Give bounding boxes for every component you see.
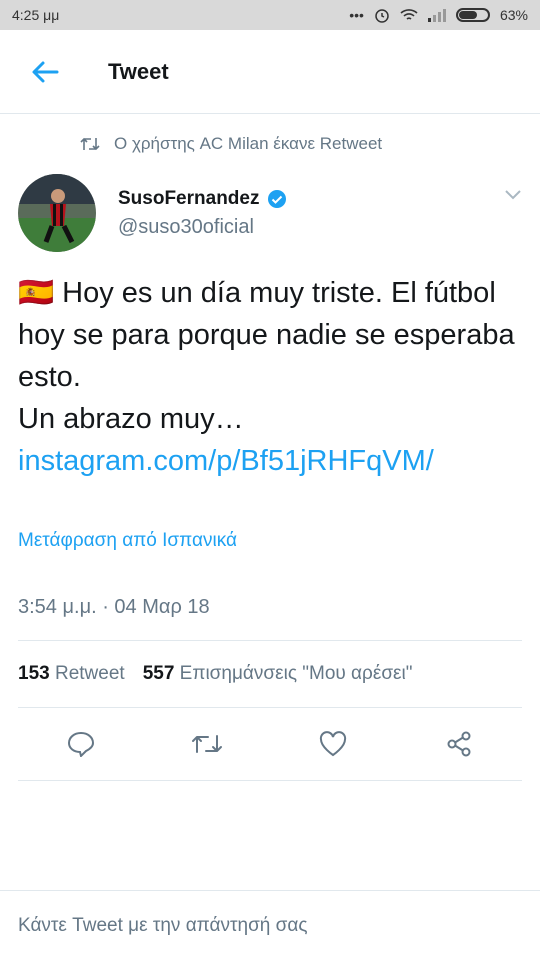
more-dots-icon: ••• bbox=[349, 7, 364, 23]
status-bar: 4:25 μμ ••• 63% bbox=[0, 0, 540, 30]
like-button[interactable] bbox=[303, 714, 363, 774]
retweet-context[interactable]: Ο χρήστης AC Milan έκανε Retweet bbox=[0, 114, 540, 174]
tweet-link[interactable]: instagram.com/p/Bf51jRHFqVM/ bbox=[18, 445, 434, 477]
battery-percent: 63% bbox=[499, 7, 528, 23]
signal-icon bbox=[427, 9, 446, 22]
share-button[interactable] bbox=[429, 714, 489, 774]
like-label: Επισημάνσεις "Μου αρέσει" bbox=[179, 663, 413, 684]
more-options-button[interactable] bbox=[504, 188, 522, 206]
like-count-group[interactable]: 557 Επισημάνσεις "Μου αρέσει" bbox=[143, 663, 413, 685]
app-bar: Tweet bbox=[0, 30, 540, 114]
tweet-text-part2: Un abrazo muy… bbox=[18, 403, 244, 435]
tweet-timestamp: 3:54 μ.μ. · 04 Μαρ 18 bbox=[18, 596, 210, 618]
tweet-stats: 153 Retweet 557 Επισημάνσεις "Μου αρέσει… bbox=[0, 641, 540, 707]
reply-button[interactable] bbox=[51, 714, 111, 774]
back-button[interactable] bbox=[0, 30, 90, 114]
verified-icon bbox=[268, 190, 287, 208]
retweet-button[interactable] bbox=[177, 714, 237, 774]
reply-placeholder: Κάντε Tweet με την απάντησή σας bbox=[18, 914, 308, 936]
reply-input[interactable]: Κάντε Tweet με την απάντησή σας bbox=[0, 890, 540, 960]
reply-icon bbox=[67, 731, 95, 757]
author-name[interactable]: SusoFernandez bbox=[118, 188, 259, 210]
author-name-row: SusoFernandez bbox=[118, 188, 287, 210]
wifi-icon bbox=[400, 9, 418, 20]
translate-button[interactable]: Μετάφραση από Ισπανικά bbox=[0, 530, 540, 552]
retweet-context-text: Ο χρήστης AC Milan έκανε Retweet bbox=[114, 134, 383, 153]
alarm-icon bbox=[375, 9, 389, 23]
author-info: SusoFernandez @suso30oficial bbox=[118, 188, 287, 239]
retweet-label: Retweet bbox=[54, 663, 125, 684]
retweet-icon bbox=[192, 735, 222, 753]
avatar[interactable] bbox=[18, 174, 96, 252]
tweet-text-part: Hoy es un día muy triste. El fútbol hoy … bbox=[18, 277, 515, 393]
share-icon bbox=[447, 731, 471, 757]
divider bbox=[18, 780, 522, 781]
author-handle[interactable]: @suso30oficial bbox=[118, 216, 287, 239]
tweet-author: SusoFernandez @suso30oficial bbox=[0, 174, 540, 264]
chevron-down-icon bbox=[505, 190, 521, 200]
flag-spain-emoji: 🇪🇸 bbox=[18, 277, 55, 309]
battery-icon bbox=[455, 8, 490, 22]
page-title: Tweet bbox=[108, 58, 169, 84]
retweet-icon bbox=[80, 137, 100, 151]
avatar-image bbox=[18, 174, 96, 252]
heart-icon bbox=[319, 731, 347, 757]
tweet-actions bbox=[0, 708, 540, 780]
status-time: 4:25 μμ bbox=[12, 7, 60, 23]
retweet-count-group[interactable]: 153 Retweet bbox=[18, 663, 125, 685]
like-count: 557 bbox=[142, 663, 175, 684]
status-icons: ••• 63% bbox=[349, 7, 528, 23]
arrow-left-icon bbox=[32, 61, 59, 82]
retweet-count: 153 bbox=[18, 663, 50, 684]
tweet-text: 🇪🇸 Hoy es un día muy triste. El fútbol h… bbox=[0, 272, 540, 482]
